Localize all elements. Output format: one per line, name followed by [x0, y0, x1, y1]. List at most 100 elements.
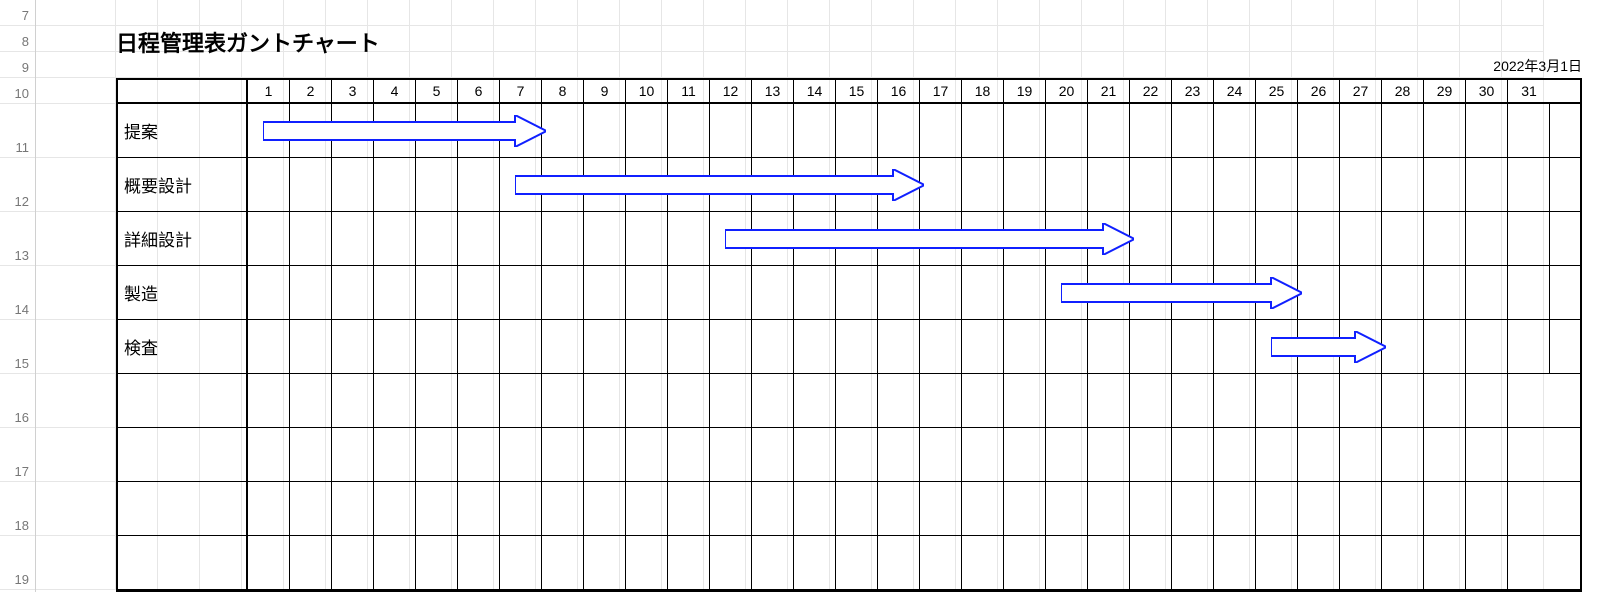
gantt-cell[interactable]	[248, 212, 290, 265]
gantt-cell[interactable]	[836, 266, 878, 319]
gantt-day-cell[interactable]: 27	[1340, 80, 1382, 102]
gantt-cell[interactable]	[542, 104, 584, 157]
gantt-cell[interactable]	[920, 482, 962, 535]
gantt-cell[interactable]	[542, 482, 584, 535]
gantt-cell[interactable]	[1382, 482, 1424, 535]
gantt-cell[interactable]	[710, 320, 752, 373]
gantt-cell[interactable]	[752, 266, 794, 319]
gantt-day-cell[interactable]: 17	[920, 80, 962, 102]
gantt-cell[interactable]	[710, 374, 752, 427]
gantt-cell[interactable]	[1466, 374, 1508, 427]
gantt-cell[interactable]	[332, 158, 374, 211]
gantt-cell[interactable]	[290, 104, 332, 157]
gantt-cell[interactable]	[248, 536, 290, 589]
gantt-cell[interactable]	[458, 104, 500, 157]
gantt-cell[interactable]	[1172, 374, 1214, 427]
gantt-cell[interactable]	[416, 104, 458, 157]
gantt-task-name[interactable]: 検査	[118, 320, 248, 373]
gantt-cell[interactable]	[1088, 428, 1130, 481]
gantt-cell[interactable]	[1256, 374, 1298, 427]
gantt-cell[interactable]	[1298, 158, 1340, 211]
gantt-cell[interactable]	[710, 158, 752, 211]
gantt-cell[interactable]	[836, 212, 878, 265]
gantt-cell[interactable]	[1004, 212, 1046, 265]
gantt-cell[interactable]	[920, 320, 962, 373]
gantt-cell[interactable]	[878, 482, 920, 535]
gantt-cell[interactable]	[458, 266, 500, 319]
gantt-cell[interactable]	[1382, 536, 1424, 589]
gantt-cell[interactable]	[332, 428, 374, 481]
gantt-cell[interactable]	[416, 320, 458, 373]
gantt-cell[interactable]	[668, 536, 710, 589]
gantt-cell[interactable]	[584, 266, 626, 319]
gantt-cell[interactable]	[332, 266, 374, 319]
gantt-cell[interactable]	[1088, 482, 1130, 535]
gantt-cell[interactable]	[416, 266, 458, 319]
gantt-cell[interactable]	[500, 104, 542, 157]
gantt-cell[interactable]	[836, 428, 878, 481]
gantt-cell[interactable]	[1046, 482, 1088, 535]
gantt-cell[interactable]	[1382, 374, 1424, 427]
gantt-cell[interactable]	[248, 374, 290, 427]
gantt-cell[interactable]	[962, 374, 1004, 427]
gantt-cell[interactable]	[248, 482, 290, 535]
gantt-cell[interactable]	[1088, 212, 1130, 265]
gantt-cell[interactable]	[962, 104, 1004, 157]
gantt-cell[interactable]	[626, 428, 668, 481]
gantt-cell[interactable]	[542, 428, 584, 481]
gantt-cell[interactable]	[1004, 266, 1046, 319]
gantt-cell[interactable]	[794, 536, 836, 589]
gantt-cell[interactable]	[1214, 374, 1256, 427]
gantt-cell[interactable]	[374, 428, 416, 481]
gantt-cell[interactable]	[668, 320, 710, 373]
gantt-day-cell[interactable]: 25	[1256, 80, 1298, 102]
gantt-cell[interactable]	[836, 482, 878, 535]
gantt-cell[interactable]	[500, 536, 542, 589]
gantt-cell[interactable]	[962, 266, 1004, 319]
gantt-cell[interactable]	[290, 320, 332, 373]
gantt-cell[interactable]	[1172, 212, 1214, 265]
row-header[interactable]: 18	[0, 482, 35, 536]
gantt-cell[interactable]	[332, 212, 374, 265]
gantt-cell[interactable]	[416, 158, 458, 211]
gantt-cell[interactable]	[500, 212, 542, 265]
gantt-cell[interactable]	[962, 212, 1004, 265]
gantt-cell[interactable]	[1214, 212, 1256, 265]
gantt-cell[interactable]	[542, 212, 584, 265]
gantt-cell[interactable]	[1046, 374, 1088, 427]
gantt-day-cell[interactable]: 13	[752, 80, 794, 102]
gantt-cell[interactable]	[1214, 482, 1256, 535]
gantt-cell[interactable]	[794, 428, 836, 481]
row-header[interactable]: 16	[0, 374, 35, 428]
gantt-cell[interactable]	[1046, 158, 1088, 211]
gantt-cell[interactable]	[584, 104, 626, 157]
gantt-cell[interactable]	[416, 374, 458, 427]
gantt-cell[interactable]	[416, 212, 458, 265]
gantt-task-name[interactable]	[118, 482, 248, 535]
gantt-cell[interactable]	[836, 104, 878, 157]
gantt-cell[interactable]	[836, 158, 878, 211]
gantt-cell[interactable]	[962, 428, 1004, 481]
gantt-task-name[interactable]: 概要設計	[118, 158, 248, 211]
gantt-cell[interactable]	[878, 320, 920, 373]
gantt-cell[interactable]	[962, 536, 1004, 589]
row-header[interactable]: 15	[0, 320, 35, 374]
gantt-cell[interactable]	[1340, 212, 1382, 265]
gantt-cell[interactable]	[1382, 320, 1424, 373]
gantt-cell[interactable]	[1340, 536, 1382, 589]
gantt-cell[interactable]	[290, 428, 332, 481]
gantt-day-cell[interactable]: 15	[836, 80, 878, 102]
gantt-cell[interactable]	[626, 104, 668, 157]
gantt-cell[interactable]	[248, 266, 290, 319]
gantt-cell[interactable]	[500, 374, 542, 427]
gantt-cell[interactable]	[1340, 158, 1382, 211]
gantt-cell[interactable]	[1214, 266, 1256, 319]
gantt-day-cell[interactable]: 6	[458, 80, 500, 102]
gantt-cell[interactable]	[248, 104, 290, 157]
gantt-cell[interactable]	[584, 374, 626, 427]
gantt-cell[interactable]	[374, 104, 416, 157]
gantt-cell[interactable]	[1508, 536, 1550, 589]
gantt-day-cell[interactable]: 20	[1046, 80, 1088, 102]
gantt-cell[interactable]	[794, 104, 836, 157]
gantt-cell[interactable]	[1046, 104, 1088, 157]
